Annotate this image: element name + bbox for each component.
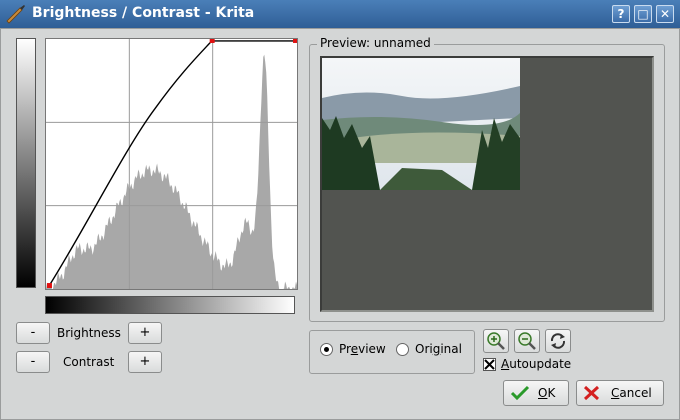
preview-radio[interactable]: [320, 343, 333, 356]
radio-selected-dot: [324, 347, 329, 352]
checkbox-check-icon: [484, 359, 495, 370]
brightness-increase-button[interactable]: +: [128, 322, 162, 344]
autoupdate-checkbox[interactable]: [483, 358, 496, 371]
zoom-in-button[interactable]: [483, 329, 509, 353]
curve-point-end[interactable]: [209, 39, 215, 43]
ok-button[interactable]: OK: [503, 380, 569, 406]
window-title: Brightness / Contrast - Krita: [32, 5, 255, 21]
contrast-label: Contrast: [63, 355, 115, 369]
preview-group-title: Preview: unnamed: [317, 36, 434, 50]
preview-image: [322, 58, 520, 190]
contrast-increase-button[interactable]: +: [128, 351, 162, 373]
refresh-icon: [550, 333, 566, 349]
curve-editor[interactable]: [45, 38, 298, 290]
contrast-decrease-button[interactable]: -: [16, 351, 50, 373]
brightness-decrease-button[interactable]: -: [16, 322, 50, 344]
cancel-x-icon: [583, 385, 600, 401]
autoupdate-label[interactable]: Autoupdate: [501, 357, 571, 371]
zoom-out-button[interactable]: [514, 329, 540, 353]
original-radio[interactable]: [396, 343, 409, 356]
brightness-label: Brightness: [57, 326, 121, 340]
input-gradient-bar: [45, 296, 295, 314]
refresh-button[interactable]: [545, 329, 571, 353]
help-button[interactable]: ?: [612, 5, 630, 23]
cancel-button[interactable]: Cancel: [576, 380, 664, 406]
ok-label: OK: [538, 386, 556, 400]
output-gradient-bar: [16, 38, 36, 288]
curve-point-right[interactable]: [293, 39, 297, 43]
zoom-out-icon: [518, 332, 536, 350]
krita-brush-icon: [6, 5, 25, 24]
preview-radio-label[interactable]: Preview: [339, 342, 386, 356]
maximize-button[interactable]: □: [634, 5, 652, 23]
zoom-in-icon: [487, 332, 505, 350]
histogram: [46, 54, 297, 289]
original-radio-label[interactable]: Original: [415, 342, 462, 356]
close-button[interactable]: ✕: [656, 5, 674, 23]
curve-point-start[interactable]: [46, 283, 52, 289]
check-icon: [510, 385, 530, 401]
cancel-label: Cancel: [611, 386, 652, 400]
